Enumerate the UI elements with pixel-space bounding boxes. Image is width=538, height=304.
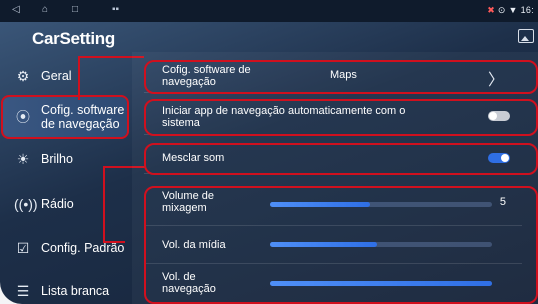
clock: 16: bbox=[520, 5, 534, 15]
settings-panel: Cofig. software de navegação Maps 〉 Inic… bbox=[132, 52, 538, 304]
sidebar-item-radio[interactable]: ((•)) Rádio bbox=[0, 186, 132, 222]
status-right: ✖ ⊙ ▼ 16: bbox=[487, 5, 534, 16]
location-pin-icon: ⦿ bbox=[16, 109, 30, 125]
location-icon: ⊙ bbox=[497, 5, 506, 15]
car-settings-screen: ◁ ⌂ □ ▪▪ ✖ ⊙ ▼ 16: CarSetting ⚙ Geral ⦿ … bbox=[0, 0, 538, 304]
status-bar: ◁ ⌂ □ ▪▪ ✖ ⊙ ▼ 16: bbox=[0, 0, 538, 22]
sidebar-item-label: Cofig. software de navegação bbox=[41, 103, 125, 131]
sidebar-item-config-padrao[interactable]: ☑ Config. Padrão bbox=[0, 230, 132, 266]
highlight-box bbox=[144, 143, 538, 175]
wifi-icon: ▼ bbox=[508, 5, 518, 15]
sidebar-item-label: Lista branca bbox=[41, 284, 110, 298]
list-icon: ☰ bbox=[16, 282, 30, 299]
checkbox-icon: ☑ bbox=[16, 239, 30, 256]
sidebar-item-lista-branca[interactable]: ☰ Lista branca bbox=[0, 273, 132, 304]
highlight-connector bbox=[103, 166, 107, 243]
app-title: CarSetting bbox=[32, 29, 115, 48]
highlight-box bbox=[144, 186, 538, 304]
highlight-box bbox=[144, 60, 538, 94]
sidebar-item-navigation-software[interactable]: ⦿ Cofig. software de navegação bbox=[1, 95, 129, 139]
brightness-icon: ☀ bbox=[16, 150, 30, 167]
recents-icon[interactable]: □ bbox=[72, 4, 78, 15]
gallery-icon[interactable] bbox=[518, 29, 534, 43]
signal-icon: ✖ bbox=[487, 5, 496, 15]
sidebar: ⚙ Geral ⦿ Cofig. software de navegação ☀… bbox=[0, 52, 132, 304]
highlight-connector bbox=[103, 241, 125, 245]
sidebar-item-brilho[interactable]: ☀ Brilho bbox=[0, 141, 132, 177]
sidebar-item-label: Brilho bbox=[41, 152, 73, 166]
back-icon[interactable]: ◁ bbox=[12, 4, 20, 15]
highlight-box bbox=[144, 99, 538, 136]
sidebar-item-label: Geral bbox=[41, 69, 72, 83]
notification-icon: ▪▪ bbox=[112, 4, 120, 15]
sidebar-item-geral[interactable]: ⚙ Geral bbox=[0, 58, 132, 94]
home-icon[interactable]: ⌂ bbox=[42, 4, 48, 15]
highlight-connector bbox=[78, 56, 82, 100]
sidebar-item-label: Rádio bbox=[41, 197, 74, 211]
gear-icon: ⚙ bbox=[16, 67, 30, 84]
radio-icon: ((•)) bbox=[14, 196, 38, 212]
